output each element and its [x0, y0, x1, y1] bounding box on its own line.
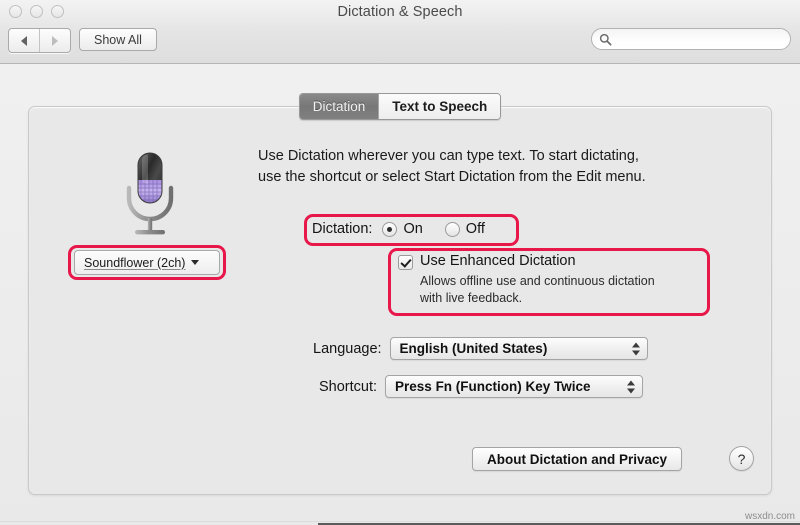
radio-off-indicator — [444, 221, 460, 237]
audio-source-popup-button[interactable]: Soundflower (2ch) — [74, 250, 220, 275]
shortcut-row: Shortcut: Press Fn (Function) Key Twice — [319, 375, 644, 398]
shortcut-stepper-icon — [627, 380, 636, 393]
system-preferences-window: Dictation & Speech Show All Dictation Te… — [0, 0, 800, 525]
radio-off-label: Off — [465, 221, 485, 237]
dictation-description-line1: Use Dictation wherever you can type text… — [258, 148, 639, 164]
radio-dictation-on[interactable]: On — [382, 221, 423, 237]
enhanced-dictation-block: Use Enhanced Dictation Allows offline us… — [398, 253, 698, 307]
language-popup-button[interactable]: English (United States) — [389, 337, 648, 360]
language-label: Language: — [313, 340, 382, 357]
search-field[interactable] — [591, 28, 791, 50]
dictation-description-line2: use the shortcut or select Start Dictati… — [258, 169, 646, 185]
help-button[interactable]: ? — [729, 446, 754, 471]
chevron-down-icon — [191, 260, 200, 265]
search-input[interactable] — [615, 29, 790, 49]
shortcut-label: Shortcut: — [319, 378, 378, 395]
back-button[interactable] — [9, 29, 39, 52]
page-title: Dictation & Speech — [337, 4, 463, 20]
audio-source-value: Soundflower (2ch) — [84, 255, 186, 270]
forward-button[interactable] — [39, 29, 70, 52]
radio-selected-dot — [387, 226, 393, 232]
microphone-icon — [118, 150, 182, 242]
tab-text-to-speech[interactable]: Text to Speech — [378, 94, 501, 119]
radio-on-indicator — [382, 221, 398, 237]
enhanced-dictation-checkbox[interactable] — [398, 255, 413, 270]
watermark: wsxdn.com — [744, 511, 795, 522]
language-row: Language: English (United States) — [313, 337, 648, 360]
shortcut-popup-button[interactable]: Press Fn (Function) Key Twice — [385, 375, 644, 398]
back-arrow-icon — [21, 35, 27, 46]
search-icon — [599, 33, 612, 46]
radio-dictation-off[interactable]: Off — [444, 221, 485, 237]
shortcut-value: Press Fn (Function) Key Twice — [395, 379, 591, 394]
tab-dictation[interactable]: Dictation — [299, 94, 379, 119]
window-titlebar: Dictation & Speech Show All — [0, 0, 800, 64]
language-stepper-icon — [631, 342, 640, 355]
tab-group: Dictation Text to Speech — [298, 93, 502, 120]
language-value: English (United States) — [399, 341, 548, 356]
dictation-toggle-row: Dictation: On Off — [312, 218, 485, 240]
radio-on-label: On — [403, 221, 423, 237]
enhanced-dictation-description: Allows offline use and continuous dictat… — [420, 273, 698, 307]
tab-bar: Dictation Text to Speech — [0, 93, 800, 120]
enhanced-desc-line2: with live feedback. — [420, 291, 523, 305]
about-dictation-and-privacy-button[interactable]: About Dictation and Privacy — [472, 447, 683, 471]
show-all-button[interactable]: Show All — [79, 28, 157, 51]
forward-arrow-icon — [52, 35, 58, 46]
enhanced-desc-line1: Allows offline use and continuous dictat… — [420, 274, 655, 288]
navigation-button-group — [8, 28, 71, 53]
dictation-description: Use Dictation wherever you can type text… — [258, 146, 688, 188]
dictation-label: Dictation: — [312, 221, 373, 237]
enhanced-dictation-checkbox-row[interactable]: Use Enhanced Dictation — [398, 253, 698, 270]
enhanced-dictation-label: Use Enhanced Dictation — [420, 253, 576, 269]
